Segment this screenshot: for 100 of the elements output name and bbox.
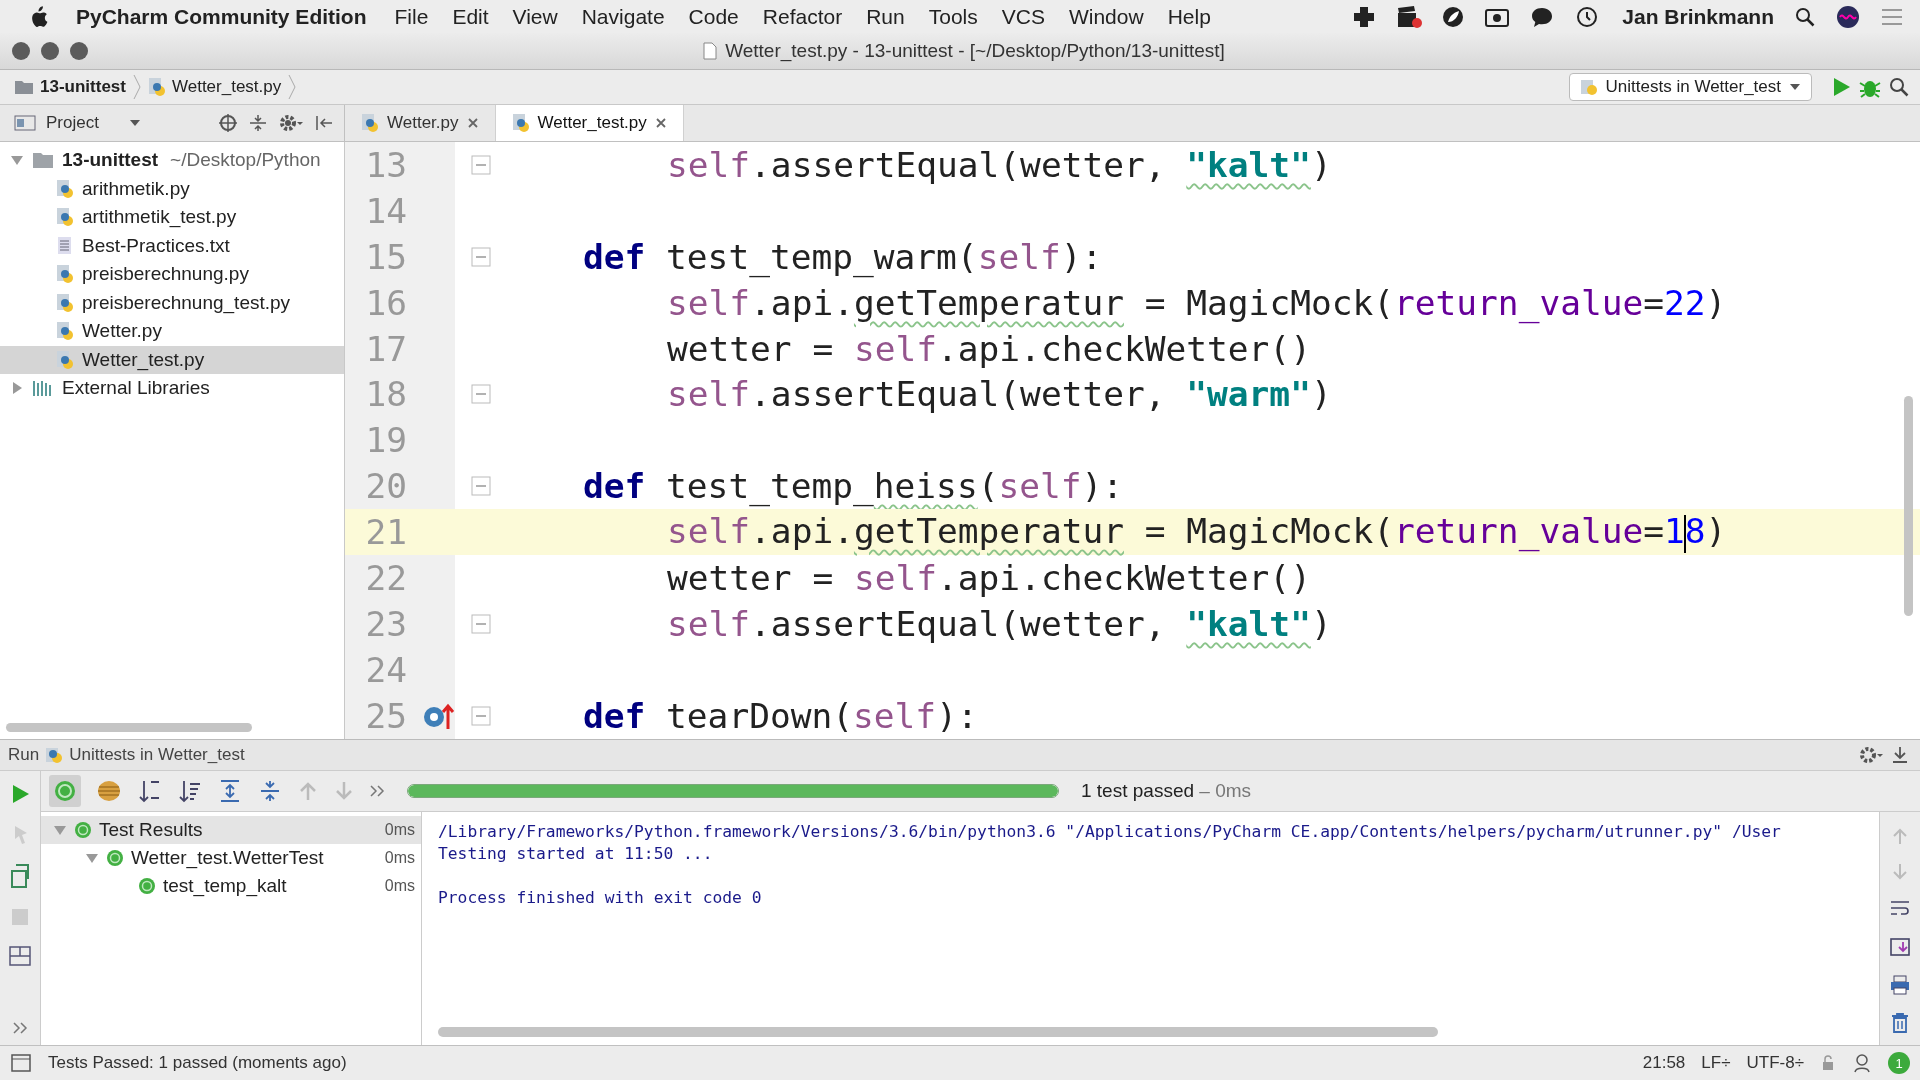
trash-icon[interactable]	[1890, 1012, 1910, 1034]
more-icon[interactable]	[12, 1021, 28, 1035]
test-tree-item[interactable]: test_temp_kalt 0ms	[41, 872, 421, 900]
run-config-tab[interactable]: Unittests in Wetter_test	[69, 745, 245, 765]
gear-icon[interactable]	[278, 113, 304, 133]
close-icon[interactable]	[466, 117, 479, 129]
scroll-to-end-icon[interactable]	[1889, 936, 1911, 958]
project-tree-item[interactable]: 13-unittest ~/Desktop/Python	[0, 146, 344, 175]
menu-item[interactable]: Edit	[452, 4, 489, 29]
code-line: self.api.getTemperatur = MagicMock(return_value=18)	[667, 511, 1727, 553]
code-line: wetter = self.api.checkWetter()	[667, 557, 1311, 598]
code-line: self.assertEqual(wetter, "kalt")	[667, 144, 1332, 185]
library-icon	[32, 379, 54, 398]
breadcrumb[interactable]: Wetter_test.py	[171, 77, 282, 97]
run-configuration-dropdown[interactable]: Unittests in Wetter_test	[1568, 73, 1812, 101]
app-name[interactable]: PyCharm Community Edition	[76, 4, 367, 29]
leaf-icon[interactable]	[1442, 5, 1465, 28]
python-file-icon	[1579, 78, 1598, 96]
panel-toggle-icon[interactable]	[10, 1053, 32, 1073]
project-tree-item[interactable]: Wetter_test.py	[0, 345, 344, 374]
apple-icon[interactable]	[30, 5, 48, 28]
line-number: 23	[364, 603, 408, 644]
minimize-button[interactable]	[41, 42, 59, 60]
expander-icon[interactable]	[85, 851, 99, 865]
siri-icon[interactable]	[1836, 4, 1860, 29]
menu-item[interactable]: Window	[1068, 4, 1144, 29]
project-tree-item[interactable]: External Libraries	[0, 374, 344, 403]
line-number: 24	[364, 649, 408, 690]
code-line: def test_temp_heiss(self):	[583, 466, 1124, 507]
menu-item[interactable]: File	[394, 4, 429, 29]
menu-item[interactable]: Help	[1167, 4, 1211, 29]
target-icon[interactable]	[218, 113, 238, 133]
caret-position[interactable]: 21:58	[1642, 1053, 1686, 1073]
python-file-icon	[511, 113, 530, 133]
scrollbar-thumb[interactable]	[6, 723, 252, 732]
caret-icon	[1789, 83, 1801, 91]
line-number: 17	[364, 328, 408, 369]
sort-duration-icon[interactable]	[177, 778, 203, 804]
test-tree-item[interactable]: Test Results 0ms	[41, 816, 421, 844]
code-line: self.assertEqual(wetter, "kalt")	[667, 603, 1332, 644]
menu-item[interactable]: VCS	[1001, 4, 1045, 29]
close-icon[interactable]	[654, 117, 667, 129]
project-tree-item[interactable]: artithmetik_test.py	[0, 203, 344, 232]
lock-icon[interactable]	[1820, 1054, 1836, 1072]
menu-item[interactable]: Run	[866, 4, 905, 29]
project-tree-item[interactable]: arithmetik.py	[0, 174, 344, 203]
hide-panel-icon[interactable]	[314, 113, 334, 133]
python-file-icon	[56, 292, 74, 313]
test-summary: 1 test passed – 0ms	[1081, 780, 1252, 802]
scrollbar-thumb[interactable]	[438, 1027, 1438, 1037]
folder-icon	[32, 151, 54, 170]
menu-item[interactable]: Navigate	[581, 4, 665, 29]
plus-icon[interactable]	[1352, 4, 1377, 29]
layout-icon[interactable]	[8, 945, 32, 967]
python-file-icon	[147, 77, 166, 97]
clock-icon[interactable]	[1574, 4, 1599, 29]
python-file-icon	[361, 113, 379, 133]
menu-item[interactable]: Tools	[928, 4, 978, 29]
code-line: def test_temp_warm(self):	[583, 236, 1103, 277]
menu-item[interactable]: View	[512, 4, 558, 29]
project-tree-item[interactable]: preisberechnung.py	[0, 260, 344, 289]
menu-item[interactable]: Code	[688, 4, 739, 29]
maximize-button[interactable]	[70, 42, 88, 60]
breadcrumb[interactable]: 13-unittest	[40, 77, 126, 97]
panel-title: Run	[8, 745, 40, 765]
project-view-selector[interactable]: Project	[46, 113, 99, 133]
search-icon[interactable]	[1794, 5, 1816, 28]
print-icon[interactable]	[1889, 974, 1911, 996]
chat-icon[interactable]	[1530, 5, 1555, 28]
close-button[interactable]	[12, 42, 30, 60]
passed-icon	[73, 820, 93, 840]
project-tree-item[interactable]: Wetter.py	[0, 317, 344, 346]
chevron-icon	[131, 74, 142, 100]
console-line: Process finished with exit code 0	[438, 888, 762, 907]
window-title: Wetter_test.py - 13-unittest - [~/Desktop/Python/13-unittest]	[725, 40, 1225, 62]
file-encoding[interactable]: UTF-8÷	[1746, 1053, 1804, 1073]
panel-icon	[14, 114, 36, 132]
test-tree-item[interactable]: Wetter_test.WetterTest 0ms	[41, 844, 421, 872]
console-line: Testing started at 11:50 ...	[438, 844, 713, 863]
export-icon[interactable]	[8, 863, 32, 889]
line-number: 16	[364, 282, 408, 323]
line-separator[interactable]: LF÷	[1701, 1053, 1731, 1073]
download-icon[interactable]	[1890, 745, 1910, 765]
expander-icon[interactable]	[10, 381, 24, 396]
collapse-icon[interactable]	[248, 113, 268, 133]
search-icon[interactable]	[1888, 76, 1910, 98]
caret-icon[interactable]	[128, 119, 141, 127]
scrollbar-thumb[interactable]	[1904, 396, 1913, 616]
chevron-icon	[287, 74, 298, 100]
passed-icon	[137, 876, 157, 896]
project-tree-item[interactable]: preisberechnung_test.py	[0, 288, 344, 317]
file-tab[interactable]: Wetter_test.py	[495, 105, 684, 141]
list-icon[interactable]	[1880, 6, 1904, 27]
user-name[interactable]: Jan Brinkmann	[1622, 4, 1774, 29]
menu-item[interactable]: Refactor	[762, 4, 843, 29]
more-icon[interactable]	[369, 784, 385, 798]
file-tab[interactable]: Wetter.py	[345, 105, 496, 141]
clapper-icon[interactable]	[1396, 4, 1423, 29]
project-tree-item[interactable]: Best-Practices.txt	[0, 231, 344, 260]
gear-icon[interactable]	[1858, 745, 1884, 765]
